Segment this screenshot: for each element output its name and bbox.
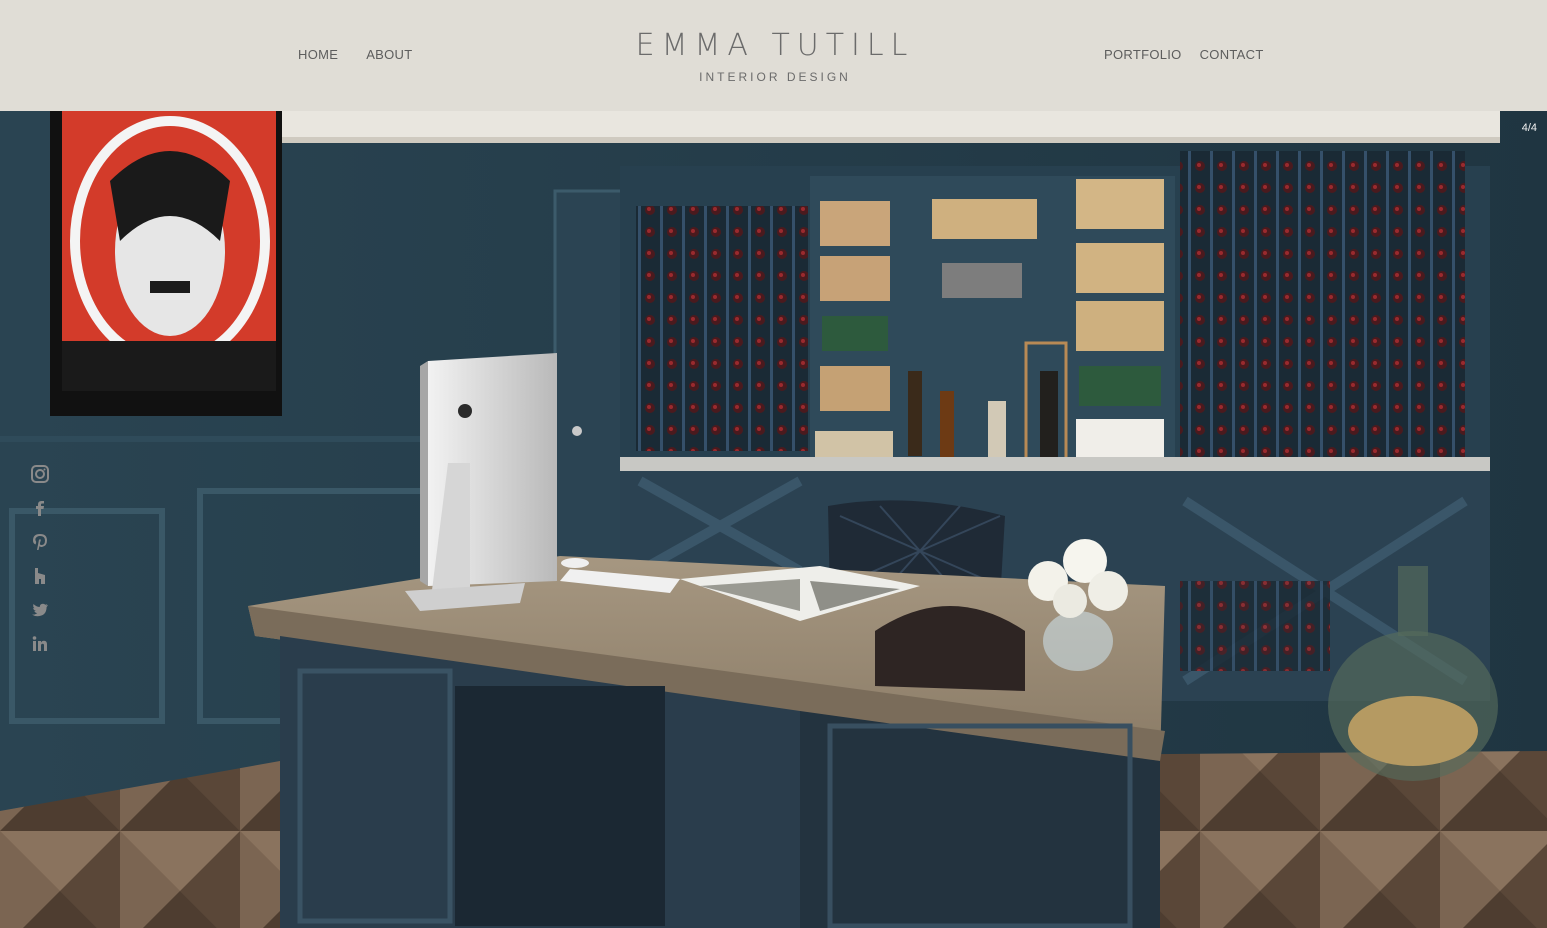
nav-home[interactable]: HOME (289, 47, 347, 63)
twitter-icon[interactable] (29, 599, 51, 621)
hero-slideshow[interactable] (0, 111, 1547, 928)
nav-about[interactable]: ABOUT (357, 47, 421, 63)
houzz-icon[interactable] (29, 565, 51, 587)
site-header: HOME ABOUT EMMA TUTILL INTERIOR DESIGN P… (0, 0, 1547, 111)
logo-subtitle: INTERIOR DESIGN (699, 70, 851, 84)
hero-image (0, 111, 1547, 928)
slide-counter: 4/4 (1521, 122, 1537, 134)
facebook-icon[interactable] (29, 497, 51, 519)
nav-portfolio[interactable]: PORTFOLIO (1095, 47, 1191, 63)
nav-right: PORTFOLIO CONTACT (1095, 47, 1273, 63)
social-bar (29, 463, 51, 667)
instagram-icon[interactable] (29, 463, 51, 485)
nav-contact[interactable]: CONTACT (1191, 47, 1273, 63)
nav-left: HOME ABOUT (289, 47, 432, 63)
logo-title: EMMA TUTILL (635, 28, 915, 63)
pinterest-icon[interactable] (29, 531, 51, 553)
site-logo[interactable]: EMMA TUTILL INTERIOR DESIGN (600, 28, 950, 84)
linkedin-icon[interactable] (29, 633, 51, 655)
